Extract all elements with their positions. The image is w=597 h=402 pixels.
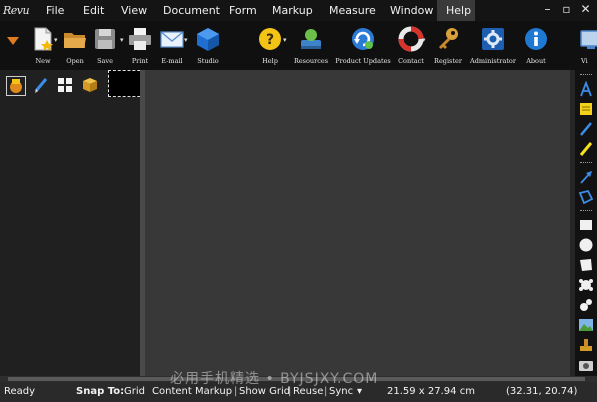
save-disk-icon [95,29,115,49]
key-icon [439,28,458,49]
camera-tool-icon[interactable] [578,357,594,373]
box-tab[interactable] [81,76,101,96]
right-markup-toolbar [575,70,597,381]
menu-bar: Revu File Edit View Document Form Markup… [0,0,597,21]
info-icon [525,28,547,50]
toolbar-grip-3[interactable] [580,210,592,213]
view-icon [580,30,597,49]
watermark: 必用手机精选 • BYJSJXY.COM [170,371,379,387]
note-tool-icon[interactable] [578,101,594,117]
help-button[interactable]: ? Help [254,24,286,68]
email-envelope-icon [160,31,184,48]
menu-markup[interactable]: Markup [272,0,313,21]
help-dropdown[interactable]: ▾ [283,24,291,68]
menu-window[interactable]: Window [390,0,433,21]
studio-label: Studio [197,57,219,65]
callout-tool-icon[interactable] [578,277,594,293]
highlighter-tool-icon[interactable] [578,141,594,157]
left-panel-tabs [0,70,150,97]
menu-view[interactable]: View [121,0,147,21]
thumbnails-tab[interactable] [6,76,26,96]
menu-help[interactable]: Help [437,0,475,21]
help-label: Help [262,57,278,65]
rectangle-tool-icon[interactable] [578,217,594,233]
app-logo[interactable]: Revu [3,1,33,20]
open-label: Open [66,57,84,65]
pen-tool-icon[interactable] [578,121,594,137]
menu-edit[interactable]: Edit [83,0,104,21]
administrator-gear-icon [482,28,504,50]
administrator-label: Administrator [470,57,516,65]
help-question-icon: ? [259,28,281,50]
page-size: 21.59 x 27.94 cm [387,386,475,397]
contact-dropdown[interactable]: ▾ [422,24,430,68]
product-updates-icon [352,28,374,50]
view-label: Vi [581,57,588,65]
toolbar-grip-2[interactable] [580,162,592,165]
save-label: Save [97,57,113,65]
resources-label: Resources [293,57,329,65]
quick-menu-arrow-icon[interactable] [6,35,20,47]
open-folder-icon [64,33,86,48]
menu-document[interactable]: Document [163,0,220,21]
snap-grid[interactable]: Grid [124,382,145,402]
snap-to-label: Snap To: [76,386,125,397]
menu-file[interactable]: File [46,0,64,21]
product-updates-button[interactable]: Product Updates [334,24,392,68]
grid-tab[interactable] [56,76,76,96]
restore-icon[interactable]: ▫ [558,2,575,17]
thumbnails-tab-icon [10,79,22,93]
view-button[interactable]: Vi [578,24,597,68]
cloud-tool-icon[interactable] [578,257,594,273]
status-ready: Ready [4,386,36,397]
left-panel [0,70,150,381]
menu-measure[interactable]: Measure [329,0,376,21]
print-button[interactable]: Print [126,24,154,68]
text-tool-icon[interactable] [578,81,594,97]
markups-tab[interactable] [32,76,52,96]
studio-button[interactable]: Studio [192,24,224,68]
main-toolbar: New ▾ Open Save ▾ Print E-mail ▾ Studio … [0,21,597,70]
resources-icon [301,29,321,49]
window-controls: – ▫ ✕ [537,0,597,21]
about-button[interactable]: About [521,24,551,68]
about-label: About [526,57,546,65]
minimize-icon[interactable]: – [539,2,556,17]
product-updates-label: Product Updates [335,57,391,65]
toolbar-grip[interactable] [580,74,592,77]
svg-text:?: ? [266,32,274,48]
close-icon[interactable]: ✕ [577,2,594,17]
lifebuoy-icon [398,26,424,52]
resources-button[interactable]: Resources [292,24,330,68]
box-tab-icon [83,78,97,92]
menu-form[interactable]: Form [229,0,257,21]
register-label: Register [434,57,462,65]
grid-tab-icon [58,78,72,92]
new-document-icon [34,27,53,51]
polygon-tool-icon[interactable] [578,189,594,205]
register-button[interactable]: Register [430,24,466,68]
administrator-button[interactable]: Administrator [467,24,519,68]
studio-cube-icon [197,28,219,51]
cursor-coordinates: (32.31, 20.74) [506,386,578,397]
markups-pen-tab-icon [34,78,48,93]
open-button[interactable]: Open [60,24,90,68]
email-dropdown[interactable]: ▾ [183,24,191,68]
print-label: Print [131,57,149,65]
spiral-tool-icon[interactable] [578,297,594,313]
document-canvas[interactable] [145,70,570,381]
stamp-tool-icon[interactable] [578,337,594,353]
image-tool-icon[interactable] [578,317,594,333]
printer-icon [129,28,151,50]
arrow-tool-icon[interactable] [578,169,594,185]
ellipse-tool-icon[interactable] [578,237,594,253]
save-button[interactable]: Save [90,24,120,68]
